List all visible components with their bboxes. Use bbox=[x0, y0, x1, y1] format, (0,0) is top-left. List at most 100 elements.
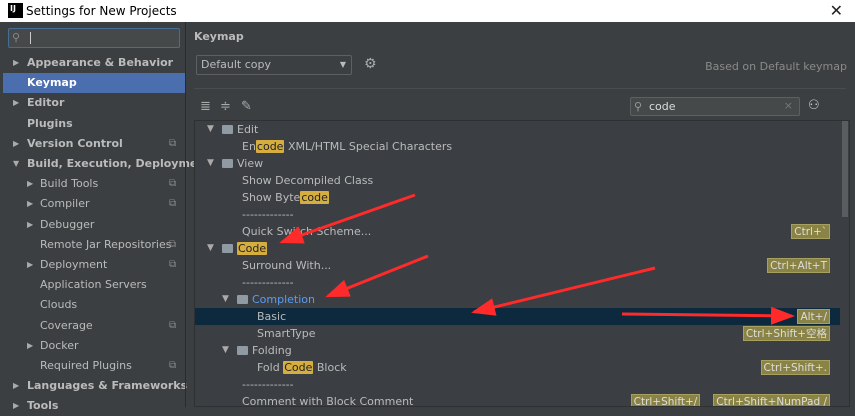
sidebar-item-label: Appearance & Behavior bbox=[27, 56, 174, 69]
page-title: Keymap bbox=[194, 30, 244, 43]
keymap-select[interactable]: Default copy ▼ bbox=[196, 55, 352, 75]
action-label: ------------- bbox=[242, 376, 294, 393]
shortcut-badge: Ctrl+Alt+T bbox=[767, 258, 830, 273]
label-part: View bbox=[237, 157, 264, 170]
label-part: Surround With... bbox=[242, 259, 332, 272]
sidebar-item[interactable]: Coverage ⧉ bbox=[3, 316, 185, 336]
expand-arrow-right-icon[interactable]: ▶ bbox=[13, 93, 19, 113]
expand-arrow-down-icon[interactable]: ▼ bbox=[13, 154, 19, 174]
folder-icon bbox=[222, 159, 233, 168]
sidebar-item[interactable]: ▶ Appearance & Behavior bbox=[3, 53, 185, 73]
tree-row[interactable]: Surround With... Ctrl+Alt+T bbox=[195, 257, 840, 274]
expand-arrow-right-icon[interactable]: ▶ bbox=[13, 376, 19, 396]
expand-arrow-right-icon[interactable]: ▶ bbox=[27, 174, 33, 194]
tree-row[interactable]: ------------- bbox=[195, 376, 840, 393]
expand-arrow-right-icon[interactable]: ▶ bbox=[27, 336, 33, 356]
label-part: ------------- bbox=[242, 276, 294, 289]
edit-pencil-icon[interactable]: ✎ bbox=[241, 99, 252, 114]
sidebar-item[interactable]: ▶ Debugger bbox=[3, 215, 185, 235]
sidebar-item-label: Plugins bbox=[27, 116, 73, 130]
expand-arrow-right-icon[interactable]: ▶ bbox=[27, 194, 33, 214]
keymap-filter-input[interactable]: ⚲ code × bbox=[630, 97, 800, 116]
sidebar-item-label: Editor bbox=[27, 96, 65, 110]
sidebar-item[interactable]: ▶ Tools bbox=[3, 396, 185, 416]
expand-arrow-down-icon[interactable]: ▼ bbox=[207, 155, 214, 172]
expand-arrow-right-icon[interactable]: ▶ bbox=[27, 255, 33, 275]
clear-icon[interactable]: × bbox=[784, 99, 793, 112]
sidebar-item[interactable]: Plugins bbox=[3, 114, 185, 134]
tree-row[interactable]: Quick Switch Scheme... Ctrl+` bbox=[195, 223, 840, 240]
sidebar-item[interactable]: Keymap bbox=[3, 73, 185, 94]
sidebar-item[interactable]: Clouds bbox=[3, 295, 185, 315]
tree-row[interactable]: Encode XML/HTML Special Characters bbox=[195, 138, 840, 155]
filter-value: code bbox=[649, 100, 676, 113]
action-label: Encode XML/HTML Special Characters bbox=[242, 138, 452, 155]
tree-row[interactable]: ------------- bbox=[195, 274, 840, 291]
action-label: Edit bbox=[237, 121, 258, 138]
label-part: ------------- bbox=[242, 378, 294, 391]
tree-row[interactable]: ▼ Code bbox=[195, 240, 840, 257]
sidebar-item[interactable]: ▶ Build Tools ⧉ bbox=[3, 174, 185, 194]
expand-all-icon[interactable]: ≣ bbox=[200, 99, 211, 114]
tree-row[interactable]: Fold Code Block Ctrl+Shift+. bbox=[195, 359, 840, 376]
collapse-all-icon[interactable]: ≑ bbox=[220, 99, 231, 114]
sidebar-item[interactable]: ▶ Languages & Frameworks bbox=[3, 376, 188, 396]
label-part: Quick Switch Scheme... bbox=[242, 225, 372, 238]
sidebar-item-label: Docker bbox=[40, 338, 79, 352]
expand-arrow-right-icon[interactable]: ▶ bbox=[27, 215, 33, 235]
sidebar-item[interactable]: ▶ Docker bbox=[3, 336, 185, 356]
expand-arrow-right-icon[interactable]: ▶ bbox=[13, 396, 19, 416]
sidebar-item[interactable]: ▶ Editor bbox=[3, 93, 185, 113]
label-part: Basic bbox=[257, 310, 287, 323]
tree-row[interactable]: ------------- bbox=[195, 206, 840, 223]
action-label: Comment with Block Comment bbox=[242, 393, 413, 406]
tree-row[interactable]: SmartType Ctrl+Shift+空格 bbox=[195, 325, 840, 342]
sidebar-item[interactable]: ▼ Build, Execution, Deployment bbox=[3, 154, 210, 174]
keymap-panel: Keymap Default copy ▼ ⚙ Based on Default … bbox=[186, 22, 855, 407]
window-title: Settings for New Projects bbox=[26, 4, 177, 18]
sidebar-item[interactable]: ▶ Version Control ⧉ bbox=[3, 134, 185, 154]
settings-sidebar: ⚲ ▶ Appearance & Behavior Keymap ▶ Editor Plu… bbox=[3, 22, 210, 412]
label-part: Block bbox=[313, 361, 347, 374]
keymap-select-value: Default copy bbox=[201, 58, 271, 71]
sidebar-item-label: Application Servers bbox=[40, 278, 147, 292]
tree-row[interactable]: ▼ Folding bbox=[195, 342, 840, 359]
sidebar-item[interactable]: Required Plugins ⧉ bbox=[3, 356, 185, 376]
project-copy-icon: ⧉ bbox=[169, 238, 177, 250]
sidebar-item[interactable]: ▶ Deployment ⧉ bbox=[3, 255, 185, 275]
label-part: Edit bbox=[237, 123, 259, 136]
folder-icon bbox=[222, 244, 233, 253]
tree-row[interactable]: ▼ View bbox=[195, 155, 840, 172]
sidebar-item-label: Build, Execution, Deployment bbox=[27, 157, 211, 170]
tree-row[interactable]: Show Bytecode bbox=[195, 189, 840, 206]
sidebar-item[interactable]: ▶ Compiler ⧉ bbox=[3, 194, 185, 214]
sidebar-item[interactable]: Remote Jar Repositories ⧉ bbox=[3, 235, 185, 255]
action-label: SmartType bbox=[257, 325, 316, 342]
expand-arrow-down-icon[interactable]: ▼ bbox=[207, 240, 214, 257]
sidebar-item-label: Languages & Frameworks bbox=[27, 379, 188, 393]
shortcut-badge: Alt+/ bbox=[797, 309, 830, 324]
tree-row[interactable]: Comment with Block Comment Ctrl+Shift+Num… bbox=[195, 393, 840, 406]
expand-arrow-down-icon[interactable]: ▼ bbox=[207, 121, 214, 138]
tree-row[interactable]: ▼ Edit bbox=[195, 121, 840, 138]
tree-row[interactable]: ▼ Completion bbox=[195, 291, 840, 308]
search-icon: ⚲ bbox=[12, 31, 21, 44]
action-label: Code bbox=[237, 240, 268, 257]
folder-icon bbox=[237, 346, 248, 355]
find-by-shortcut-icon[interactable]: ⚇ bbox=[808, 98, 820, 113]
tree-row[interactable]: Show Decompiled Class bbox=[195, 172, 840, 189]
sidebar-item[interactable]: Application Servers bbox=[3, 275, 185, 295]
expand-arrow-down-icon[interactable]: ▼ bbox=[222, 291, 229, 308]
sidebar-item-label: Remote Jar Repositories bbox=[40, 237, 172, 251]
close-icon[interactable]: ✕ bbox=[830, 1, 843, 20]
sidebar-item-label: Required Plugins bbox=[40, 359, 132, 372]
expand-arrow-down-icon[interactable]: ▼ bbox=[222, 342, 229, 359]
tree-row[interactable]: Basic Alt+/ bbox=[195, 308, 840, 325]
gear-icon[interactable]: ⚙ bbox=[364, 56, 377, 72]
expand-arrow-right-icon[interactable]: ▶ bbox=[13, 53, 19, 73]
expand-arrow-right-icon[interactable]: ▶ bbox=[13, 134, 19, 154]
scrollbar-thumb[interactable] bbox=[842, 121, 848, 217]
settings-search-input[interactable]: ⚲ bbox=[8, 28, 180, 48]
scrollbar[interactable] bbox=[841, 121, 849, 406]
sidebar-item-label: Build Tools bbox=[40, 177, 99, 191]
